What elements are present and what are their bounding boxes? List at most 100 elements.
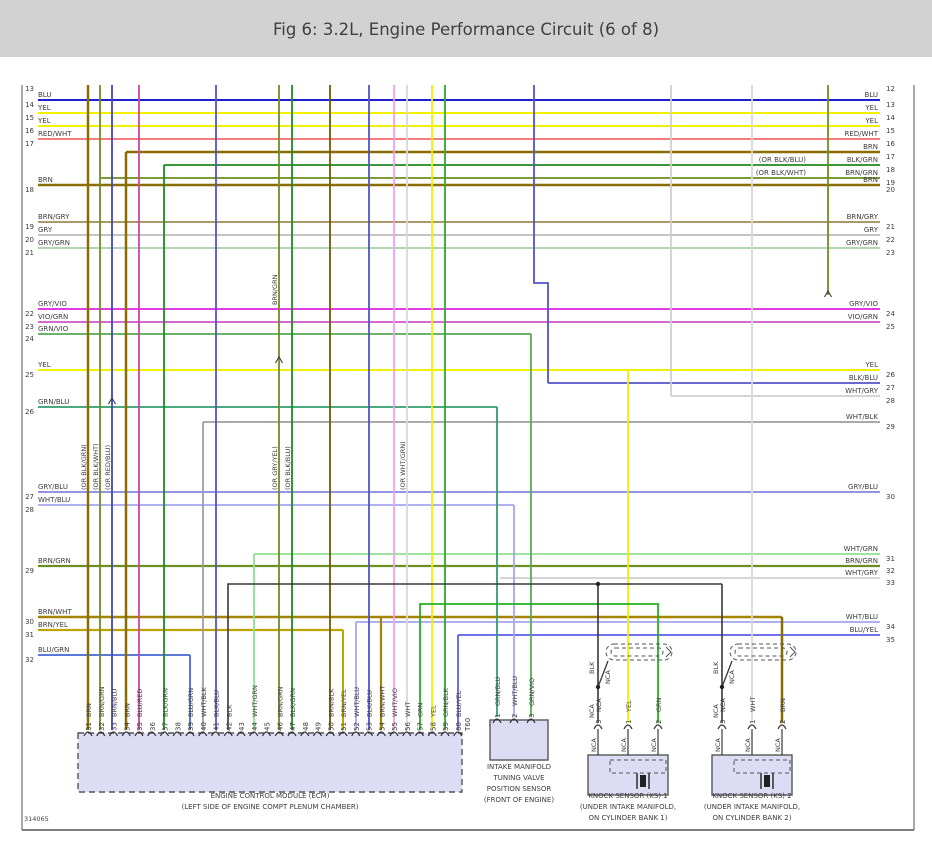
shield-symbol [730, 644, 796, 660]
ecm-pin-number: 46 [276, 722, 284, 731]
ecm-pin-wire-label: BRN [123, 703, 131, 717]
sensor-pin-wire-label: GRN/VIO [528, 678, 536, 706]
wire-alt-color-note: (OR GRY/YEL) [271, 446, 279, 490]
ecm-pin-number: 57 [417, 722, 425, 731]
ecm-pin-wire-label: BRN [85, 703, 93, 717]
wire-label-left: YEL [37, 104, 51, 112]
wire-label-vertical: NCA [604, 670, 612, 684]
sensor-pin-number: 3 [719, 720, 727, 724]
edge-row-number: 17 [25, 140, 34, 148]
edge-row-number: 34 [886, 623, 895, 631]
ecm-pin-number: 38 [174, 722, 182, 731]
nca-stub-label: NCA [650, 738, 658, 752]
ecm-pin-wire-label: YEL [429, 705, 437, 718]
figure-number: 314065 [24, 815, 49, 823]
ecm-pin-number: 36 [149, 722, 157, 731]
ecm-pin-number: 56 [404, 722, 412, 731]
junction-dot [596, 582, 600, 586]
sensor-pin-wire-label: GRN [655, 697, 663, 712]
ecm-pin-wire-label: BRN/GRN [276, 686, 284, 717]
wire-label-left: BRN/WHT [38, 608, 72, 616]
edge-row-number: 20 [886, 186, 895, 194]
ecm-pin-number: 60 [455, 722, 463, 731]
junction-dot [596, 685, 600, 689]
edge-row-number: 23 [25, 323, 34, 331]
wire-run-BLK-BLU [534, 85, 548, 383]
sensor-pin-number: 2 [655, 720, 663, 724]
wire-alt-color-note: (OR BLK/WHT) [756, 169, 806, 177]
wire-label-right: BRN/GRN [845, 557, 878, 565]
wire-label-right: BRN [863, 143, 878, 151]
wire-run-BLK [228, 584, 722, 730]
ecm-pin-wire-label: BLU/GRN [187, 688, 195, 717]
ecm-connector-id: T60 [464, 718, 472, 732]
knock-sensor-caption: (UNDER INTAKE MANIFOLD, [580, 803, 676, 811]
ecm-pin-wire-label: GRN [417, 702, 425, 717]
edge-row-number: 31 [886, 555, 895, 563]
ecm-pin-number: 48 [302, 722, 310, 731]
edge-row-number: 21 [25, 249, 34, 257]
wire-label-left: BLU [38, 91, 51, 99]
wire-label-right: GRY/GRN [846, 239, 878, 247]
sensor-pin-wire-label: NCA [595, 698, 603, 712]
shield-arrow-icon [790, 647, 795, 657]
ecm-pin-number: 45 [264, 722, 272, 731]
ecm-pin-number: 39 [187, 722, 195, 731]
nca-stub-label: NCA [590, 738, 598, 752]
edge-row-number: 29 [886, 423, 895, 431]
wire-label-left: GRY/GRN [38, 239, 70, 247]
pin-caret [654, 725, 662, 729]
edge-row-number: 14 [25, 101, 34, 109]
edge-row-number: 22 [25, 310, 34, 318]
ecm-pin-wire-label: WHT [404, 702, 412, 717]
ecm-box [78, 733, 462, 792]
edge-row-number: 30 [25, 618, 34, 626]
wire-label-left: YEL [37, 361, 51, 369]
wire-label-left: RED/WHT [38, 130, 72, 138]
ecm-pin-wire-label: BLK/GRN [289, 688, 297, 717]
knock-sensor-caption: KNOCK SENSOR (KS) 2 [712, 792, 791, 800]
edge-row-number: 18 [886, 166, 895, 174]
sensor-pin-number: 2 [779, 720, 787, 724]
wire-label-right: WHT/GRY [845, 569, 879, 577]
edge-row-number: 16 [886, 140, 895, 148]
sensor-pin-wire-label: WHT [749, 697, 757, 712]
wiring-diagram: Fig 6: 3.2L, Engine Performance Circuit … [0, 0, 932, 845]
pin-caret [718, 725, 726, 729]
piezo-element-icon [640, 775, 646, 787]
edge-row-number: 15 [25, 114, 34, 122]
edge-row-number: 26 [886, 371, 895, 379]
wire-label-right: WHT/GRN [844, 545, 878, 553]
ecm-pin-wire-label: BRN/BLK [327, 688, 335, 717]
edge-row-number: 25 [886, 323, 895, 331]
ecm-pin-number: 47 [289, 722, 297, 731]
junction-dot [720, 685, 724, 689]
wire-label-right: YEL [864, 104, 878, 112]
ecm-pin-wire-label: BLU/RED [136, 689, 144, 717]
ecm-pin-number: 44 [251, 722, 259, 731]
knock-sensor-caption: ON CYLINDER BANK 1) [589, 814, 668, 822]
sensor-pin-number: 3 [595, 720, 603, 724]
edge-row-number: 23 [886, 249, 895, 257]
ecm-caption: (LEFT SIDE OF ENGINE COMPT PLENUM CHAMBE… [182, 803, 359, 811]
wire-alt-color-note: (OR RED/BLU) [104, 445, 112, 490]
ecm-pin-wire-label: BLU/YEL [455, 690, 463, 717]
sensor-pin-number: 1 [494, 714, 502, 718]
ecm-pin-wire-label: WHT/BLU [353, 687, 361, 717]
wire-label-left: GRN/VIO [38, 325, 69, 333]
wire-label-right: BLK/BLU [849, 374, 878, 382]
figure-page: Fig 6: 3.2L, Engine Performance Circuit … [0, 0, 932, 845]
edge-row-number: 21 [886, 223, 895, 231]
edge-row-number: 29 [25, 567, 34, 575]
wire-label-right: WHT/BLU [846, 613, 878, 621]
ecm-pin-number: 54 [378, 722, 386, 731]
wire-alt-color-note: (OR BLK/WHT) [92, 443, 100, 490]
shield-symbol-inner [611, 648, 663, 656]
wire-alt-color-note: (OR BLK/BLU) [759, 156, 806, 164]
pin-caret [624, 725, 632, 729]
ecm-pin-wire-label: BRN/BLU [111, 688, 119, 717]
ecm-pin-wire-label: BLK/GRN [162, 688, 170, 717]
intake-sensor-caption: (FRONT OF ENGINE) [484, 796, 554, 804]
ecm-pin-number: 59 [442, 722, 450, 731]
knock-sensor-caption: (UNDER INTAKE MANIFOLD, [704, 803, 800, 811]
